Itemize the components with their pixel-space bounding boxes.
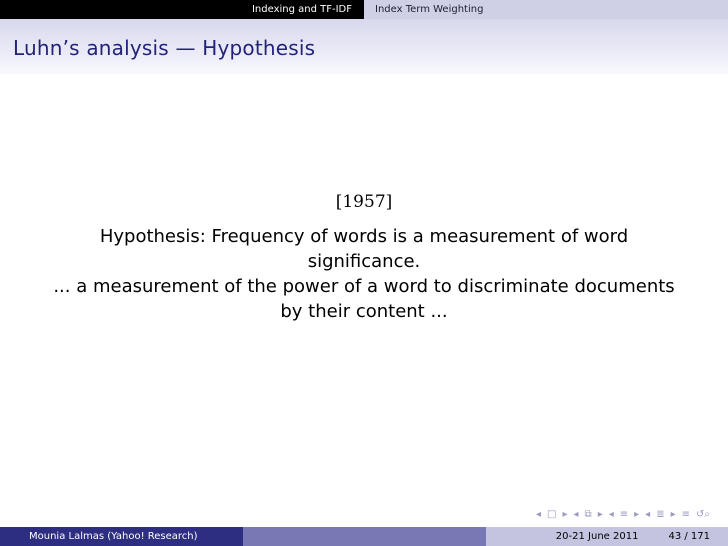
appendix-icon[interactable]: ≡ xyxy=(682,510,690,520)
slide-body: [1957] Hypothesis: Frequency of words is… xyxy=(0,190,728,324)
prev-section-icon[interactable]: ◂ xyxy=(609,510,614,520)
frame-title: Luhn’s analysis — Hypothesis xyxy=(13,36,316,60)
section-navigation-bar: Indexing and TF-IDF Index Term Weighting xyxy=(0,0,728,19)
subsection-icon[interactable]: ⧉ xyxy=(585,510,592,520)
beamer-navigation-symbols: ◂ □ ▸ ◂ ⧉ ▸ ◂ ≡ ▸ ◂ ≣ ▸ ≡ ↺⌕ xyxy=(536,510,710,520)
next-section-icon[interactable]: ▸ xyxy=(634,510,639,520)
frame-icon[interactable]: □ xyxy=(547,510,556,520)
footline: Mounia Lalmas (Yahoo! Research) 20-21 Ju… xyxy=(0,527,728,546)
nav-section-index-term-weighting[interactable]: Index Term Weighting xyxy=(375,0,483,19)
prev-document-icon[interactable]: ◂ xyxy=(645,510,650,520)
quote-line-2: by their content ... xyxy=(280,301,448,322)
next-document-icon[interactable]: ▸ xyxy=(671,510,676,520)
other-section-area: Index Term Weighting xyxy=(364,0,728,19)
search-icon[interactable]: ↺⌕ xyxy=(696,510,710,520)
nav-section-indexing-tfidf[interactable]: Indexing and TF-IDF xyxy=(252,0,352,19)
document-icon[interactable]: ≣ xyxy=(656,510,664,520)
section-icon[interactable]: ≡ xyxy=(620,510,628,520)
next-frame-icon[interactable]: ▸ xyxy=(562,510,567,520)
hypothesis-line-2: significance. xyxy=(307,251,421,272)
footer-date: 20-21 June 2011 xyxy=(555,531,639,542)
current-section-area: Indexing and TF-IDF xyxy=(0,0,364,19)
footer-author: Mounia Lalmas (Yahoo! Research) xyxy=(0,527,243,546)
footer-page-number: 43 / 171 xyxy=(668,531,710,542)
prev-frame-icon[interactable]: ◂ xyxy=(536,510,541,520)
footer-title-area xyxy=(243,527,486,546)
footer-date-page: 20-21 June 2011 43 / 171 xyxy=(486,527,728,546)
next-subsection-icon[interactable]: ▸ xyxy=(598,510,603,520)
year-citation: [1957] xyxy=(335,192,393,212)
quote-line-1: ... a measurement of the power of a word… xyxy=(53,276,675,297)
hypothesis-line-1: Hypothesis: Frequency of words is a meas… xyxy=(99,226,629,247)
prev-subsection-icon[interactable]: ◂ xyxy=(574,510,579,520)
frame-title-band: Luhn’s analysis — Hypothesis xyxy=(0,19,728,74)
